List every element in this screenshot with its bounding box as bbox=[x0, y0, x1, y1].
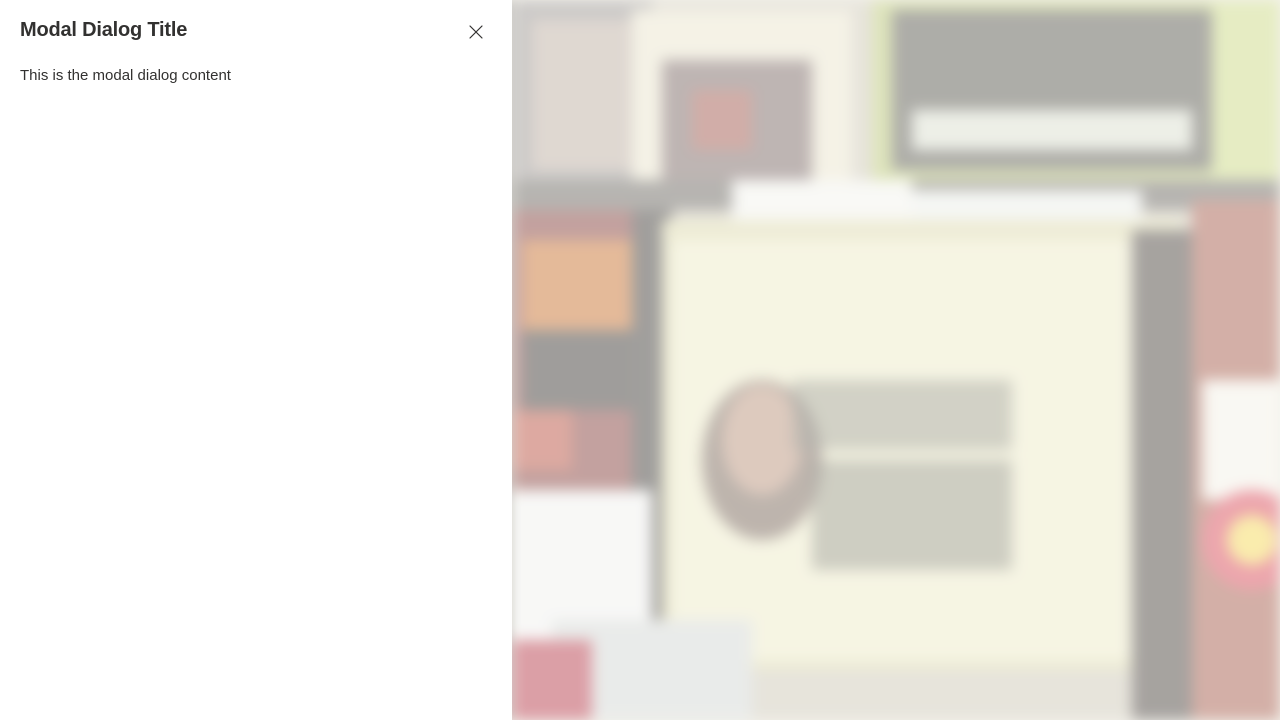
dialog-title: Modal Dialog Title bbox=[20, 19, 188, 41]
modal-dialog-panel: Modal Dialog Title This is the modal dia… bbox=[0, 0, 512, 720]
background-overlay[interactable] bbox=[512, 0, 1280, 720]
close-button[interactable] bbox=[460, 16, 492, 48]
background-dim-layer bbox=[512, 0, 1280, 720]
close-icon bbox=[469, 25, 483, 39]
dialog-header: Modal Dialog Title bbox=[20, 16, 492, 48]
dialog-content: This is the modal dialog content bbox=[20, 67, 231, 84]
app-root: Modal Dialog Title This is the modal dia… bbox=[0, 0, 1280, 720]
